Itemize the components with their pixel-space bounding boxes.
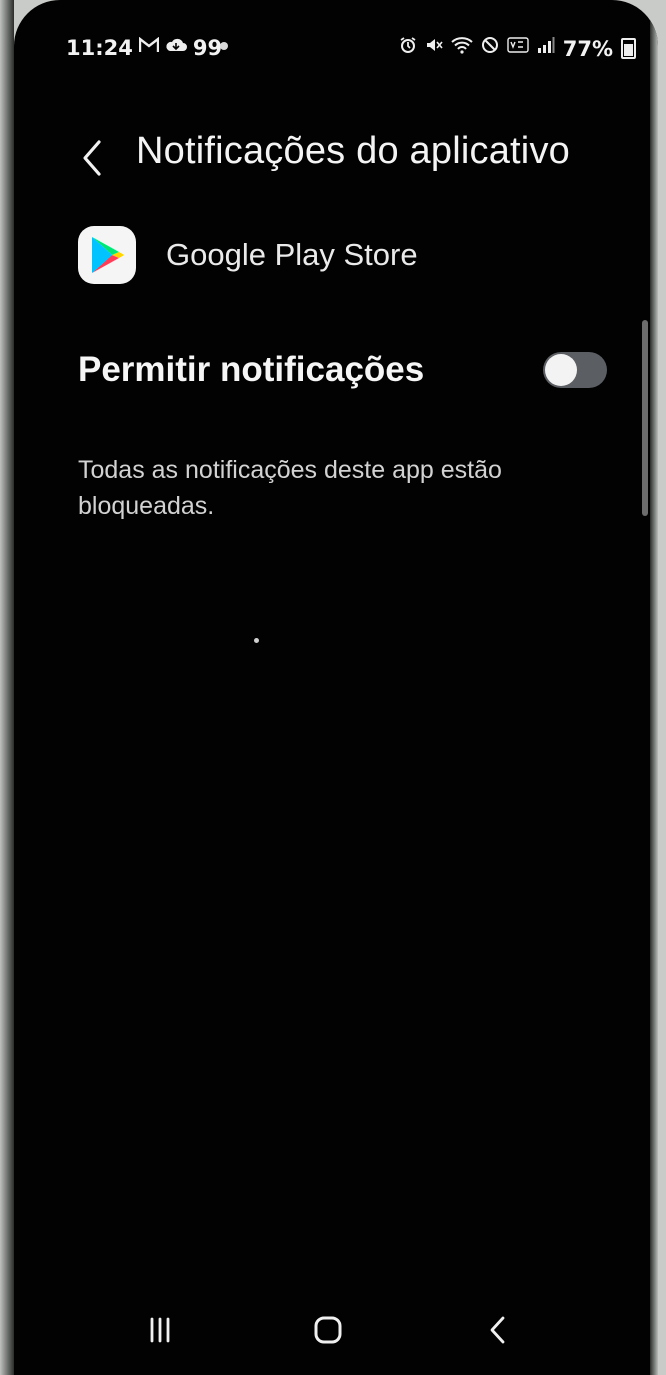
back-icon bbox=[490, 1316, 505, 1344]
volte-icon bbox=[507, 36, 529, 61]
recents-icon bbox=[150, 1317, 170, 1343]
alarm-icon bbox=[399, 36, 417, 61]
navigation-bar bbox=[14, 1290, 658, 1370]
device-edge-right bbox=[650, 0, 658, 1375]
page-title: Notificações do aplicativo bbox=[136, 130, 570, 172]
app-info-row: Google Play Store bbox=[78, 220, 418, 290]
allow-notifications-label: Permitir notificações bbox=[78, 350, 425, 389]
page-header: Notificações do aplicativo bbox=[14, 110, 658, 200]
signal-icon bbox=[537, 36, 555, 61]
dust-speck bbox=[254, 638, 259, 643]
mute-icon bbox=[425, 36, 443, 61]
back-button[interactable] bbox=[72, 130, 112, 186]
wifi-icon bbox=[451, 36, 473, 61]
recents-button[interactable] bbox=[134, 1304, 186, 1356]
cloud-icon bbox=[165, 36, 187, 60]
allow-notifications-switch[interactable] bbox=[543, 352, 607, 388]
phone-screen: 11:24 99 77% Notificações do aplicativo … bbox=[14, 0, 658, 1375]
app-name: Google Play Store bbox=[166, 237, 418, 272]
notification-count: 99 bbox=[192, 36, 223, 60]
status-bar: 11:24 99 77% bbox=[14, 30, 658, 70]
status-left: 11:24 99 bbox=[66, 36, 222, 60]
home-icon bbox=[314, 1316, 342, 1344]
battery-percent: 77% bbox=[562, 36, 613, 61]
google-play-icon bbox=[78, 226, 136, 284]
home-button[interactable] bbox=[302, 1304, 354, 1356]
gmail-icon bbox=[138, 36, 160, 60]
front-camera bbox=[220, 42, 228, 50]
notifications-blocked-text: Todas as notificações deste app estão bl… bbox=[78, 456, 502, 520]
status-right: 77% bbox=[399, 36, 636, 61]
switch-knob bbox=[545, 354, 577, 386]
device-edge-left bbox=[0, 0, 14, 1375]
allow-notifications-row[interactable]: Permitir notificações bbox=[68, 332, 623, 410]
scrollbar[interactable] bbox=[642, 320, 648, 516]
block-icon bbox=[481, 36, 499, 61]
nav-back-button[interactable] bbox=[472, 1304, 524, 1356]
battery-icon bbox=[621, 38, 636, 59]
status-time: 11:24 bbox=[66, 36, 133, 60]
chevron-left-icon bbox=[83, 140, 101, 176]
